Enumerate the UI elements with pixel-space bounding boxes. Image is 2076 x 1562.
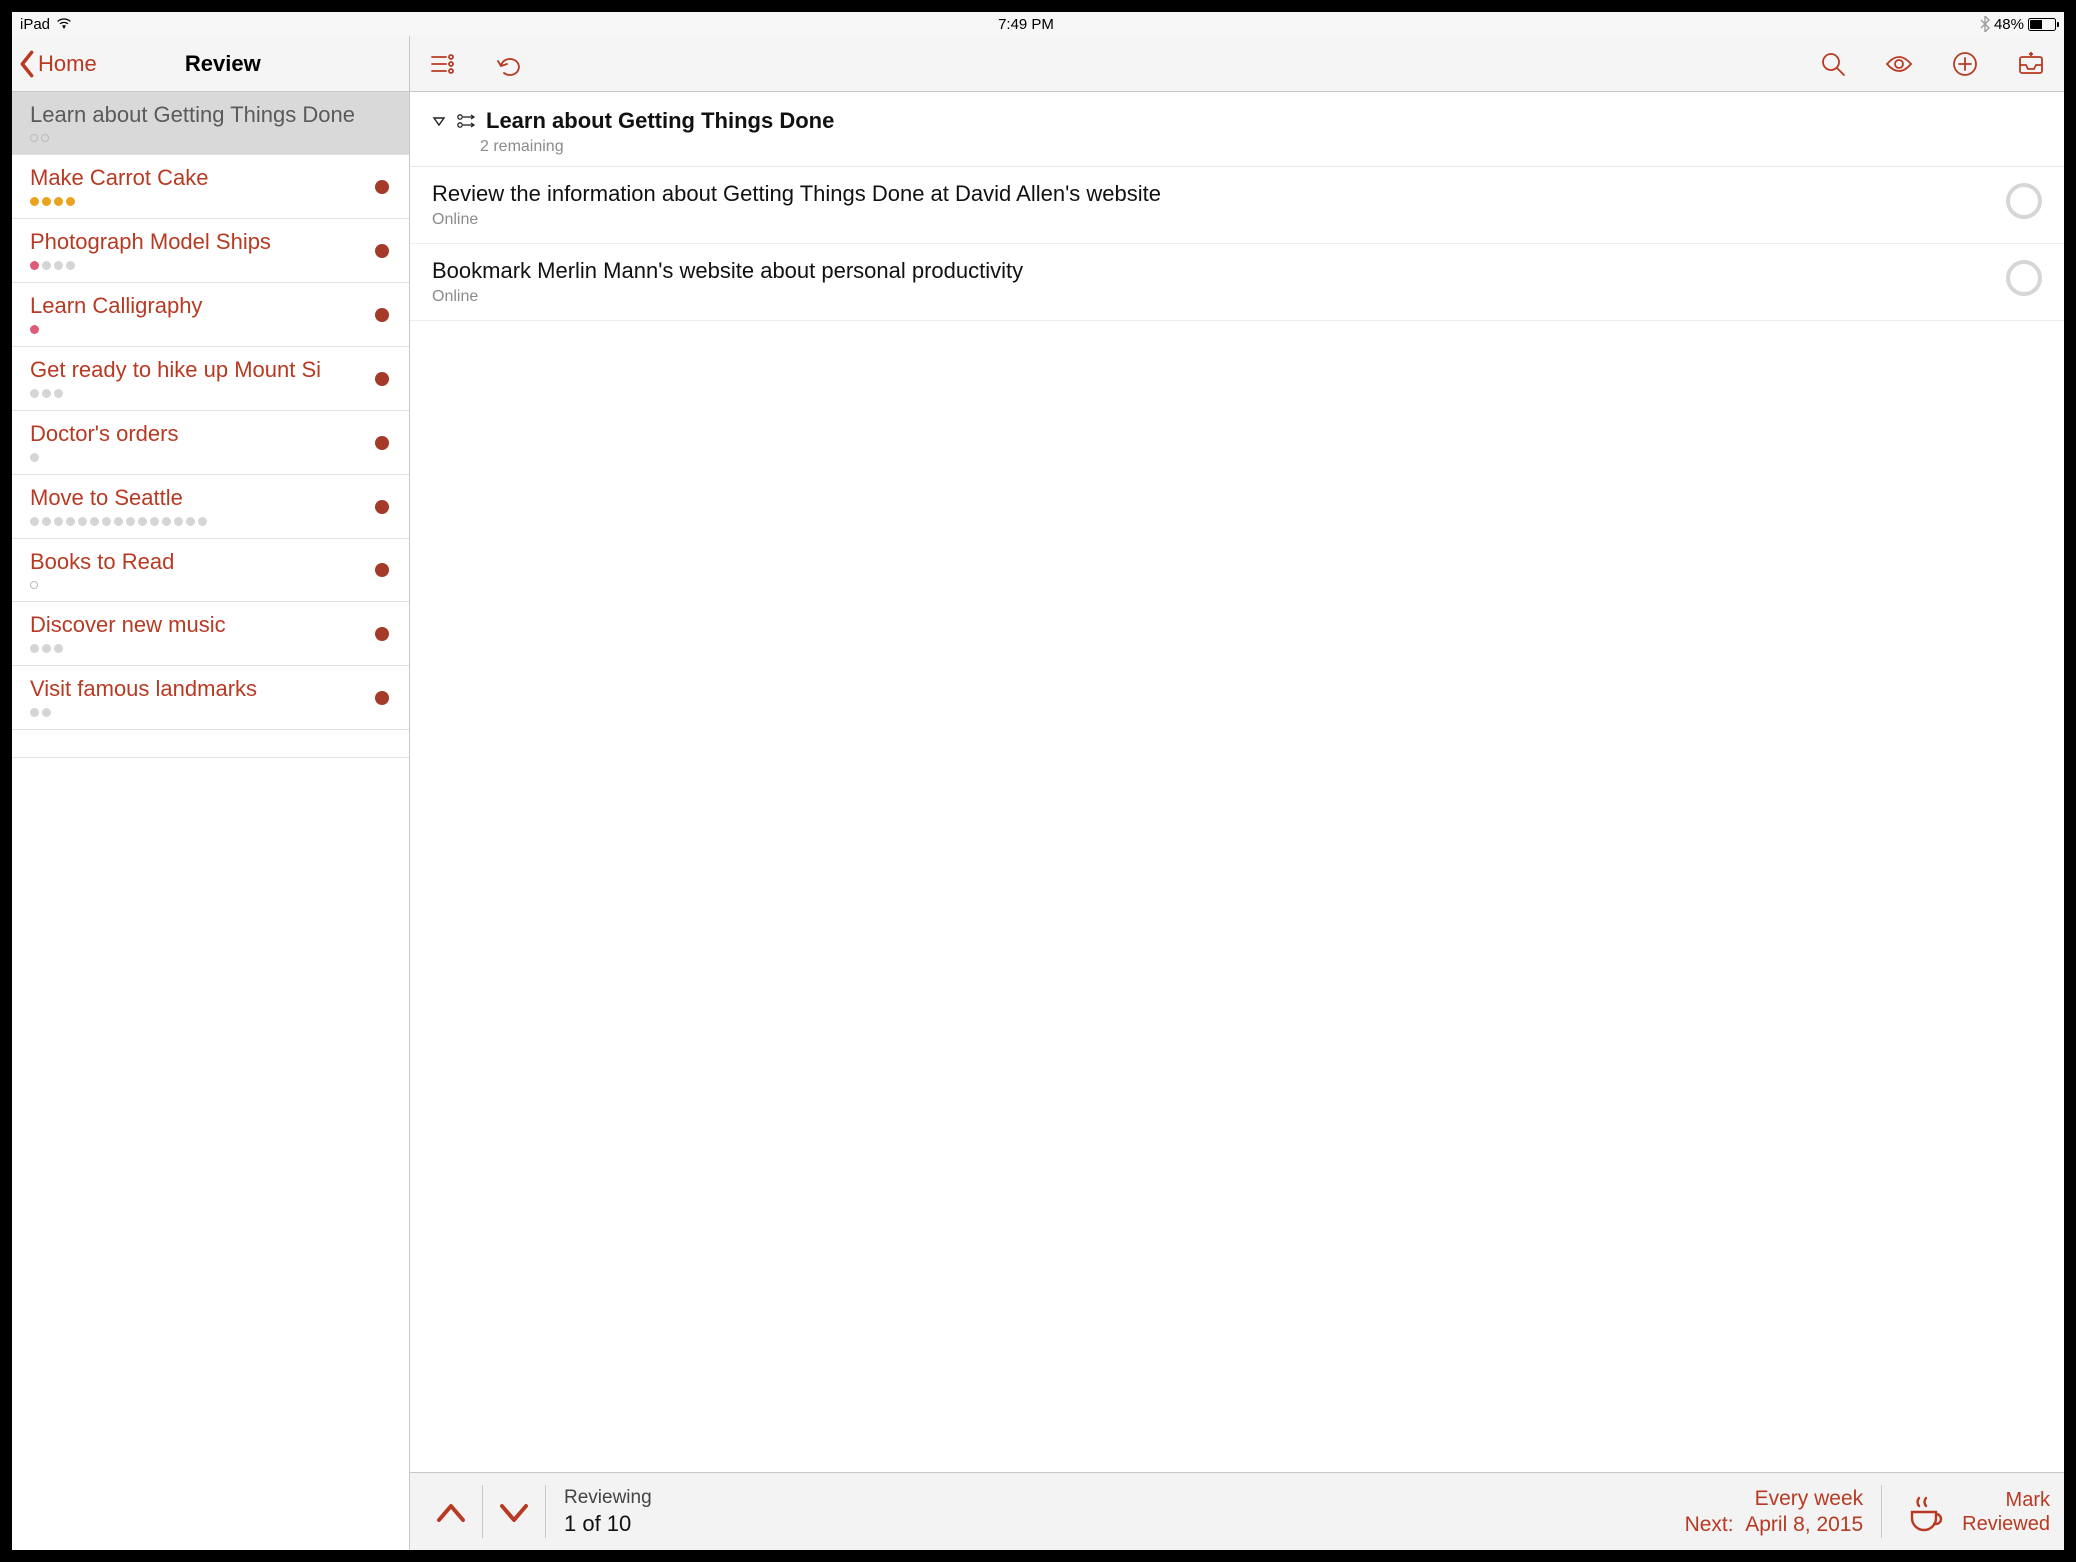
project-item-title: Learn about Getting Things Done xyxy=(30,102,391,128)
task-row[interactable]: Bookmark Merlin Mann's website about per… xyxy=(410,244,2064,321)
project-progress-dots xyxy=(30,389,391,398)
mark-label-2: Reviewed xyxy=(1962,1512,2050,1536)
battery-pct: 48% xyxy=(1994,16,2024,33)
disclosure-icon[interactable] xyxy=(432,114,446,128)
project-progress-dots xyxy=(30,134,391,142)
task-checkbox[interactable] xyxy=(2006,183,2042,219)
project-progress-dots xyxy=(30,644,391,653)
project-progress-dots xyxy=(30,517,391,526)
review-due-indicator xyxy=(375,180,389,194)
project-type-icon xyxy=(456,113,476,129)
review-due-indicator xyxy=(375,691,389,705)
task-list: Review the information about Getting Thi… xyxy=(410,167,2064,1472)
project-item-title: Doctor's orders xyxy=(30,421,391,447)
task-context: Online xyxy=(432,211,1986,229)
bluetooth-icon xyxy=(1980,16,1990,32)
project-item-title: Make Carrot Cake xyxy=(30,165,391,191)
project-item-title: Photograph Model Ships xyxy=(30,229,391,255)
review-due-indicator xyxy=(375,563,389,577)
review-footer: Reviewing 1 of 10 Every week Next: April… xyxy=(410,1472,2064,1550)
project-progress-dots xyxy=(30,261,391,270)
sidebar-title: Review xyxy=(37,51,409,77)
project-item-title: Get ready to hike up Mount Si xyxy=(30,357,391,383)
project-item[interactable]: Books to Read xyxy=(12,539,409,602)
review-due-indicator xyxy=(375,627,389,641)
search-icon[interactable] xyxy=(1818,49,1848,79)
clock: 7:49 PM xyxy=(72,16,1980,33)
project-progress-dots xyxy=(30,581,391,589)
main-toolbar xyxy=(410,36,2064,91)
project-progress-dots xyxy=(30,453,391,462)
mark-label-1: Mark xyxy=(1962,1488,2050,1512)
reviewing-label: Reviewing xyxy=(564,1487,652,1509)
view-options-icon[interactable] xyxy=(428,49,458,79)
status-bar: iPad 7:49 PM 48% xyxy=(12,12,2064,36)
add-icon[interactable] xyxy=(1950,49,1980,79)
next-project-button[interactable] xyxy=(487,1473,541,1550)
project-item[interactable]: Get ready to hike up Mount Si xyxy=(12,347,409,411)
task-checkbox[interactable] xyxy=(2006,260,2042,296)
review-due-indicator xyxy=(375,372,389,386)
review-schedule[interactable]: Every week Next: April 8, 2015 xyxy=(1671,1473,1878,1550)
project-item-title: Discover new music xyxy=(30,612,391,638)
prev-project-button[interactable] xyxy=(424,1473,478,1550)
battery-icon xyxy=(2028,18,2056,31)
eye-icon[interactable] xyxy=(1884,49,1914,79)
project-item[interactable]: Photograph Model Ships xyxy=(12,219,409,283)
project-progress-dots xyxy=(30,708,391,717)
project-item[interactable]: Learn Calligraphy xyxy=(12,283,409,347)
task-title: Bookmark Merlin Mann's website about per… xyxy=(432,258,1986,284)
review-due-indicator xyxy=(375,500,389,514)
project-item-title: Books to Read xyxy=(30,549,391,575)
task-context: Online xyxy=(432,288,1986,306)
undo-icon[interactable] xyxy=(494,49,524,79)
project-item[interactable]: Make Carrot Cake xyxy=(12,155,409,219)
sidebar-navbar: Home Review xyxy=(12,36,410,91)
project-title: Learn about Getting Things Done xyxy=(486,108,834,134)
remaining-count: 2 remaining xyxy=(480,138,2042,156)
task-row[interactable]: Review the information about Getting Thi… xyxy=(410,167,2064,244)
review-due-indicator xyxy=(375,244,389,258)
review-due-indicator xyxy=(375,436,389,450)
mark-reviewed-button[interactable]: Mark Reviewed xyxy=(1886,1473,2050,1550)
project-item-title: Visit famous landmarks xyxy=(30,676,391,702)
project-item-title: Move to Seattle xyxy=(30,485,391,511)
review-next: Next: April 8, 2015 xyxy=(1685,1513,1864,1537)
review-frequency: Every week xyxy=(1685,1487,1864,1511)
coffee-cup-icon xyxy=(1904,1490,1948,1534)
project-item[interactable]: Move to Seattle xyxy=(12,475,409,539)
review-counter: Reviewing 1 of 10 xyxy=(550,1473,666,1550)
project-item[interactable]: Learn about Getting Things Done xyxy=(12,92,409,155)
inbox-icon[interactable] xyxy=(2016,49,2046,79)
project-item-title: Learn Calligraphy xyxy=(30,293,391,319)
project-progress-dots xyxy=(30,325,391,334)
review-position: 1 of 10 xyxy=(564,1511,652,1537)
wifi-icon xyxy=(56,16,72,33)
project-header: Learn about Getting Things Done 2 remain… xyxy=(410,92,2064,167)
project-item[interactable]: Doctor's orders xyxy=(12,411,409,475)
device-label: iPad xyxy=(20,16,50,33)
project-item[interactable]: Discover new music xyxy=(12,602,409,666)
project-list: Learn about Getting Things Done Make Carr… xyxy=(12,92,410,1550)
project-progress-dots xyxy=(30,197,391,206)
task-title: Review the information about Getting Thi… xyxy=(432,181,1986,207)
project-item[interactable]: Visit famous landmarks xyxy=(12,666,409,730)
review-due-indicator xyxy=(375,308,389,322)
